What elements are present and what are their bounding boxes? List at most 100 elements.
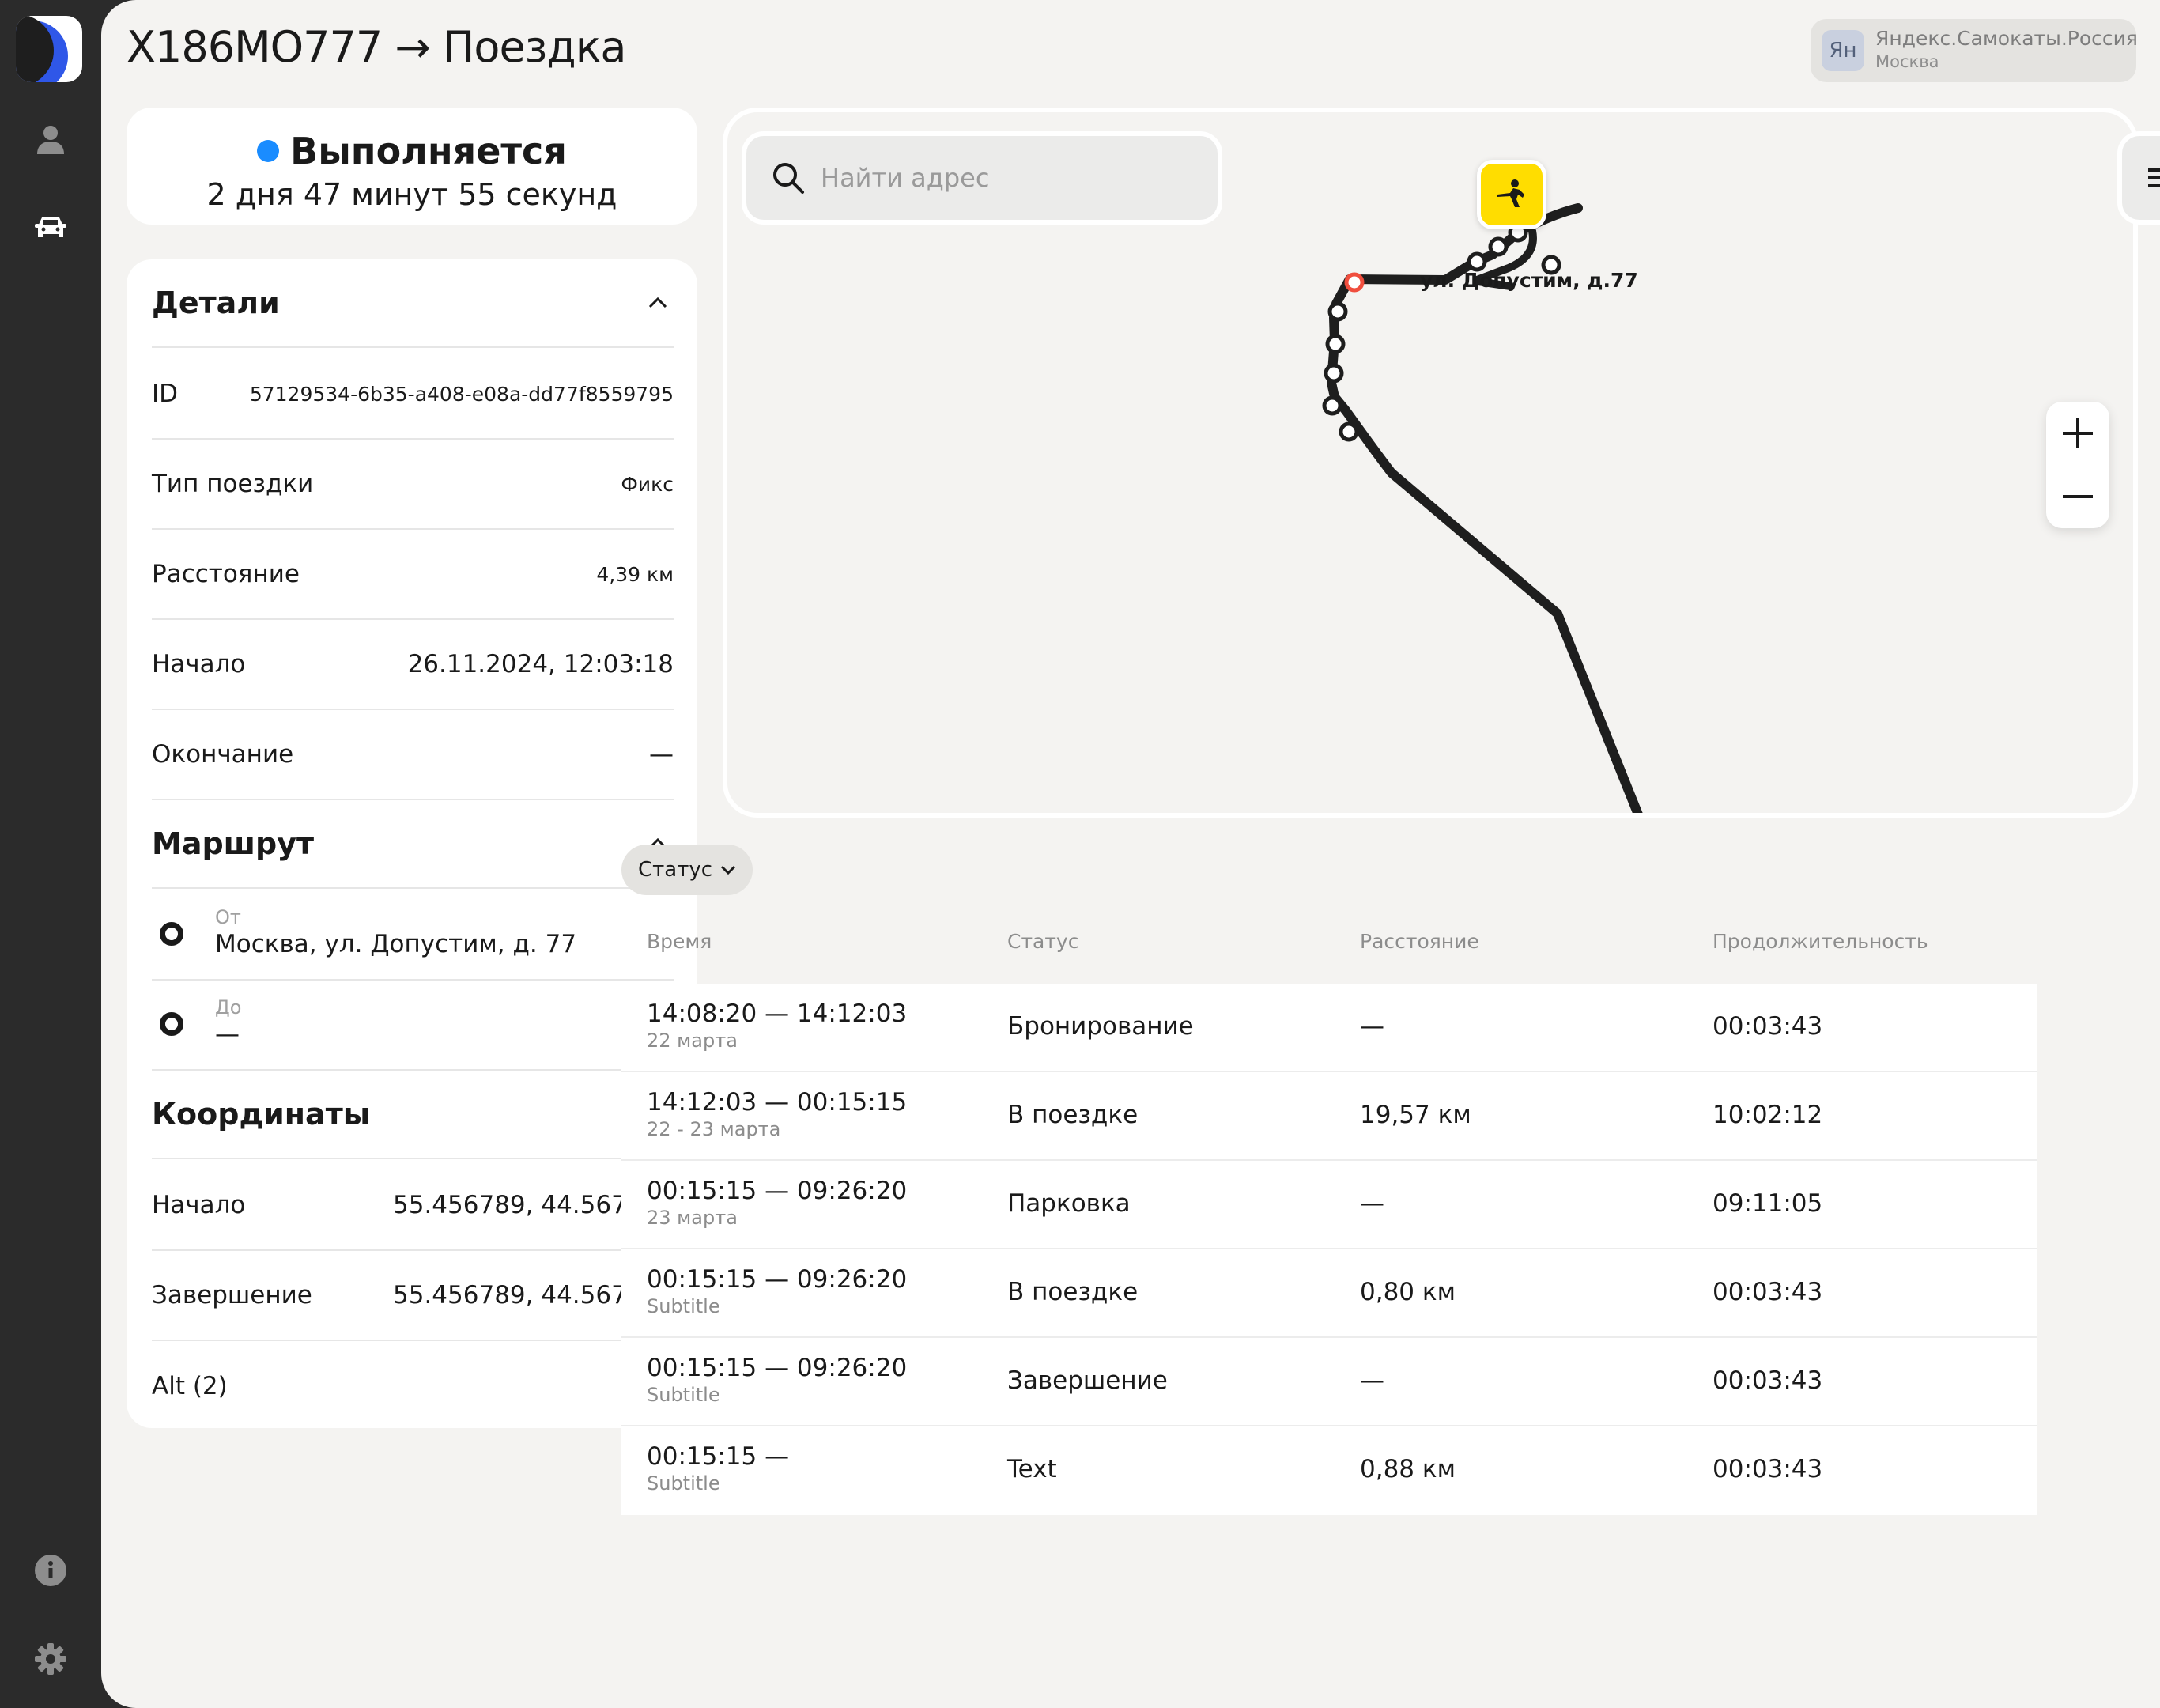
table-row[interactable]: 00:15:15 — 09:26:20 Subtitle Завершение … — [621, 1338, 2037, 1426]
detail-label: Расстояние — [152, 560, 300, 588]
detail-row-id: ID 57129534-6b35-a408-e08a-dd77f8559795 — [152, 350, 674, 440]
scooter-location-pin[interactable] — [1477, 160, 1546, 229]
cell-time: 00:15:15 — 09:26:20 — [647, 1265, 908, 1294]
route-to-value: — — [215, 1020, 240, 1049]
details-title: Детали — [152, 285, 280, 320]
cell-distance: — — [1360, 1366, 1384, 1395]
organization-switcher[interactable]: Ян Яндекс.Самокаты.Россия Москва — [1811, 19, 2138, 82]
cell-date: 23 марта — [647, 1207, 738, 1229]
status-filter[interactable]: Статус — [621, 845, 753, 895]
zoom-out-button[interactable] — [2046, 465, 2109, 528]
app-logo[interactable] — [16, 16, 82, 82]
status-dot-icon — [257, 140, 280, 162]
detail-value: — — [649, 740, 674, 769]
coord-row-start: Начало 55.456789, 44.567897 — [152, 1161, 674, 1251]
route-from-caption: От — [215, 906, 241, 928]
route-to: До — — [152, 981, 674, 1071]
chevron-down-icon — [720, 865, 736, 875]
table-row[interactable]: 00:15:15 — 09:26:20 Subtitle В поездке 0… — [621, 1249, 2037, 1338]
route-from: От Москва, ул. Допустим, д. 77 — [152, 890, 674, 981]
minus-icon — [2063, 495, 2093, 498]
cell-time: 14:12:03 — 00:15:15 — [647, 1088, 908, 1117]
page-title: Х186МО777 → Поездка — [127, 22, 626, 72]
trip-map[interactable] — [723, 108, 2138, 818]
status-label: Выполняется — [290, 130, 567, 172]
column-header-distance[interactable]: Расстояние — [1360, 930, 1479, 953]
detail-value: Фикс — [621, 472, 674, 496]
sidebar — [0, 0, 101, 1708]
info-icon[interactable] — [28, 1548, 73, 1593]
table-header: Время Статус Расстояние Продолжительност… — [621, 914, 2037, 974]
cell-duration: 00:03:43 — [1713, 1455, 1823, 1483]
detail-label: Начало — [152, 650, 246, 678]
plus-icon — [2063, 418, 2093, 448]
cell-status: Завершение — [1007, 1366, 1168, 1395]
main-area: Х186МО777 → Поездка Ян Яндекс.Самокаты.Р… — [101, 0, 2160, 1708]
route-title: Маршрут — [152, 826, 315, 861]
cell-distance: — — [1360, 1189, 1384, 1218]
zoom-controls — [2046, 402, 2109, 528]
gear-icon[interactable] — [28, 1637, 73, 1681]
cell-time: 00:15:15 — — [647, 1442, 790, 1471]
cell-duration: 00:03:43 — [1713, 1278, 1823, 1306]
cell-status: Text — [1007, 1455, 1057, 1483]
cell-distance: — — [1360, 1012, 1384, 1041]
org-name: Яндекс.Самокаты.Россия — [1875, 27, 2138, 50]
detail-value: 57129534-6b35-a408-e08a-dd77f8559795 — [249, 382, 674, 406]
cell-time: 00:15:15 — 09:26:20 — [647, 1177, 908, 1205]
route-to-caption: До — [215, 996, 242, 1018]
address-search[interactable] — [742, 131, 1222, 225]
cell-status: Бронирование — [1007, 1012, 1194, 1041]
cell-duration: 00:03:43 — [1713, 1366, 1823, 1395]
cell-status: В поездке — [1007, 1101, 1139, 1129]
table-row[interactable]: 00:15:15 — Subtitle Text 0,88 км 00:03:4… — [621, 1426, 2037, 1515]
coord-label: Завершение — [152, 1281, 312, 1309]
scooter-rider-icon — [1497, 179, 1524, 207]
table-row[interactable]: 00:15:15 — 09:26:20 23 марта Парковка — … — [621, 1161, 2037, 1249]
coord-row-alt: Alt (2) — — [152, 1341, 674, 1431]
user-icon[interactable] — [28, 117, 73, 161]
route-from-value: Москва, ул. Допустим, д. 77 — [215, 930, 577, 958]
map-menu-button[interactable] — [2117, 131, 2160, 225]
details-card: Детали ID 57129534-6b35-a408-e08a-dd77f8… — [127, 259, 697, 1428]
route-section-header[interactable]: Маршрут — [152, 800, 674, 889]
cell-time: 00:15:15 — 09:26:20 — [647, 1354, 908, 1382]
column-header-status[interactable]: Статус — [1007, 930, 1078, 953]
car-icon[interactable] — [28, 206, 73, 250]
cell-distance: 0,88 км — [1360, 1455, 1456, 1483]
table-row[interactable]: 14:08:20 — 14:12:03 22 марта Бронировани… — [621, 984, 2037, 1072]
menu-icon — [2148, 168, 2160, 187]
coord-row-end: Завершение 55.456789, 44.567897 — [152, 1251, 674, 1341]
coords-title: Координаты — [152, 1097, 371, 1132]
org-avatar: Ян — [1822, 30, 1864, 71]
search-icon — [772, 161, 805, 195]
detail-label: Тип поездки — [152, 470, 314, 498]
cell-duration: 09:11:05 — [1713, 1189, 1823, 1218]
detail-row-distance: Расстояние 4,39 км — [152, 530, 674, 620]
cell-date: Subtitle — [647, 1472, 720, 1494]
map-pin-label: ул. Допустим, д.77 — [1420, 269, 1638, 292]
cell-distance: 0,80 км — [1360, 1278, 1456, 1306]
detail-label: Окончание — [152, 740, 294, 769]
column-header-duration[interactable]: Продолжительность — [1713, 930, 1928, 953]
coord-label: Начало — [152, 1191, 246, 1219]
detail-value: 4,39 км — [596, 562, 674, 586]
zoom-in-button[interactable] — [2046, 402, 2109, 465]
detail-row-start: Начало 26.11.2024, 12:03:18 — [152, 620, 674, 710]
column-header-time[interactable]: Время — [647, 930, 712, 953]
cell-time: 14:08:20 — 14:12:03 — [647, 999, 908, 1028]
details-section-header[interactable]: Детали — [152, 259, 674, 348]
detail-row-trip-type: Тип поездки Фикс — [152, 440, 674, 530]
cell-date: 22 марта — [647, 1030, 738, 1052]
cell-date: Subtitle — [647, 1384, 720, 1406]
detail-label: ID — [152, 380, 179, 408]
cell-distance: 19,57 км — [1360, 1101, 1471, 1129]
table-row[interactable]: 14:12:03 — 00:15:15 22 - 23 марта В поез… — [621, 1072, 2037, 1161]
chevron-up-icon[interactable] — [642, 287, 674, 319]
route-point-icon — [160, 922, 183, 946]
cell-date: Subtitle — [647, 1295, 720, 1317]
coord-label: Alt (2) — [152, 1372, 228, 1400]
events-table: 14:08:20 — 14:12:03 22 марта Бронировани… — [621, 984, 2037, 1515]
search-input[interactable] — [821, 163, 1184, 193]
coords-section-header[interactable]: Координаты — [152, 1071, 674, 1159]
